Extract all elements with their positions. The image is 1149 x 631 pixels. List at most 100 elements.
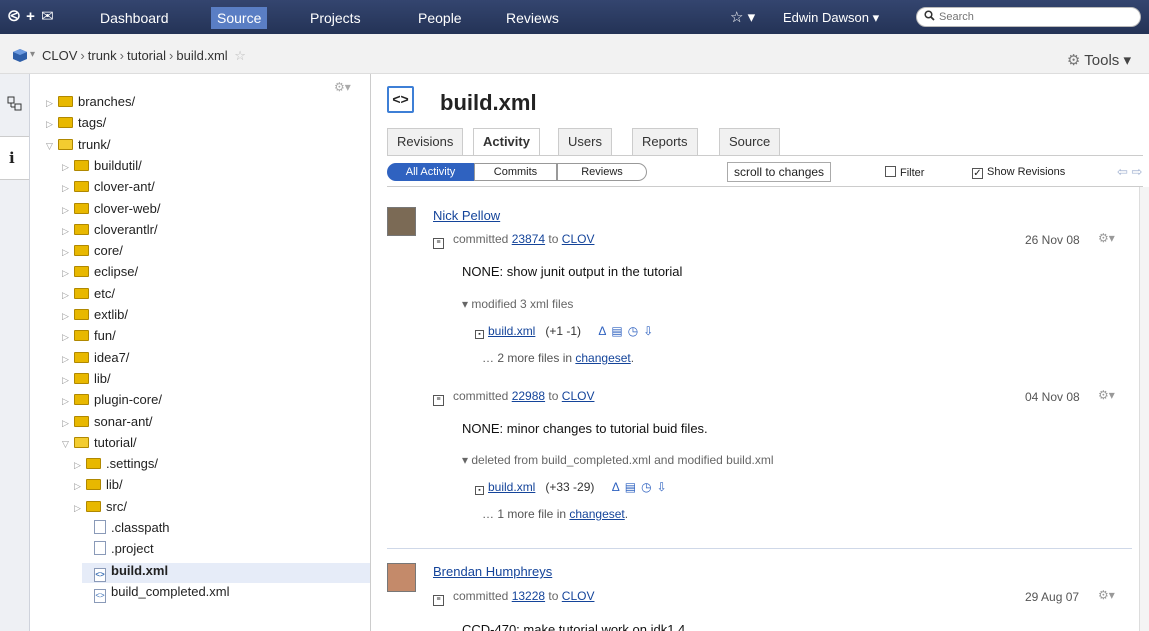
file-link[interactable]: build.xml [488,480,535,494]
tree-item[interactable]: ▷ eclipse/ [62,264,138,284]
tree-item[interactable]: .classpath [82,520,170,540]
expand-arrow-icon[interactable]: ▷ [62,418,72,429]
author-link[interactable]: Nick Pellow [433,208,500,223]
search-input[interactable] [916,7,1141,27]
changeset-link[interactable]: changeset [569,507,624,521]
app-logo-icon[interactable]: ⧀ + ✉ [8,7,55,25]
file-tools-icons[interactable]: Δ▤◷⇩ [598,480,672,494]
expand-arrow-icon[interactable]: ▷ [62,375,72,386]
expand-arrow-icon[interactable]: ▷ [62,311,72,322]
nav-people[interactable]: People [418,10,462,26]
tree-item[interactable]: ▽ tutorial/ [62,435,137,455]
expand-arrow-icon[interactable]: ▷ [62,226,72,237]
favorite-star-icon[interactable]: ☆ [231,48,246,63]
next-arrow-icon[interactable]: ⇨ [1132,164,1143,179]
scroll-to-changes-button[interactable]: scroll to changes [727,162,832,182]
commit-gear-icon[interactable]: ⚙▾ [1098,588,1115,602]
nav-source[interactable]: Source [211,7,268,29]
tab-revisions[interactable]: Revisions [387,128,464,155]
revision-link[interactable]: 23874 [512,232,545,246]
files-toggle[interactable]: ▾ deleted from build_completed.xml and m… [462,453,774,467]
favorites-star-icon[interactable]: ☆ ▾ [730,8,755,26]
tree-item[interactable]: ▷ .settings/ [74,456,158,476]
nav-reviews[interactable]: Reviews [506,10,559,26]
tree-item[interactable]: ▷ clover-ant/ [62,179,155,199]
expand-arrow-icon[interactable]: ▷ [74,460,84,471]
tree-item[interactable]: ▷ cloverantlr/ [62,222,158,242]
file-link[interactable]: build.xml [488,324,535,338]
filter-all-activity[interactable]: All Activity [387,163,474,181]
scrollbar[interactable] [1139,187,1149,631]
revision-link[interactable]: 22988 [512,389,545,403]
tab-reports[interactable]: Reports [632,128,698,155]
tree-item[interactable]: ▷ tags/ [46,115,106,135]
project-link[interactable]: CLOV [562,389,595,403]
tree-item[interactable]: ▽ trunk/ [46,137,111,157]
collapse-arrow-icon[interactable]: ▽ [62,439,72,450]
breadcrumb-item-trunk[interactable]: trunk [88,48,117,63]
filter-commits[interactable]: Commits [474,163,557,181]
tree-item[interactable]: ▷ idea7/ [62,350,129,370]
show-revisions-toggle[interactable]: ✓ Show Revisions [972,166,1065,179]
tab-source[interactable]: Source [719,128,781,155]
files-toggle[interactable]: ▾ modified 3 xml files [462,297,573,311]
expand-arrow-icon[interactable]: ▷ [62,183,72,194]
tools-menu[interactable]: ⚙ Tools ▾ [1067,51,1131,69]
nav-dashboard[interactable]: Dashboard [100,10,169,26]
expand-arrow-icon[interactable]: ▷ [62,396,72,407]
tree-item[interactable]: ▷ buildutil/ [62,158,142,178]
file-expand-icon[interactable]: ▪ [475,486,484,495]
collapse-arrow-icon[interactable]: ▽ [46,141,56,152]
expand-arrow-icon[interactable]: ▷ [62,290,72,301]
commit-gear-icon[interactable]: ⚙▾ [1098,231,1115,245]
project-link[interactable]: CLOV [562,232,595,246]
tree-item[interactable]: ▷ plugin-core/ [62,392,162,412]
breadcrumb-item-tutorial[interactable]: tutorial [127,48,166,63]
tab-activity[interactable]: Activity [473,128,540,156]
expand-arrow-icon[interactable]: ▷ [62,162,72,173]
tree-options-gear-icon[interactable]: ⚙▾ [334,80,351,94]
tree-item[interactable]: ▷ core/ [62,243,123,263]
revision-link[interactable]: 13228 [512,589,545,603]
file-expand-icon[interactable]: ▪ [475,330,484,339]
nav-projects[interactable]: Projects [310,10,361,26]
tree-item[interactable]: ▷ fun/ [62,328,116,348]
tree-item[interactable]: ▷ lib/ [62,371,111,391]
previous-arrow-icon[interactable]: ⇦ [1117,164,1128,179]
tree-toggle-icon[interactable] [7,96,23,112]
user-menu[interactable]: Edwin Dawson ▾ [783,10,879,26]
tree-item[interactable]: ▷ extlib/ [62,307,128,327]
tree-item[interactable]: <> build_completed.xml [82,584,230,604]
breadcrumb-separator: › [119,48,124,63]
expand-arrow-icon[interactable]: ▷ [46,119,56,130]
tree-item[interactable]: ▷ sonar-ant/ [62,414,153,434]
expand-arrow-icon[interactable]: ▷ [46,98,56,109]
tree-item[interactable]: ▷ lib/ [74,477,123,497]
expand-arrow-icon[interactable]: ▷ [62,354,72,365]
changeset-link[interactable]: changeset [575,351,630,365]
tree-item[interactable]: ▷ src/ [74,499,127,519]
tree-item[interactable]: ▷ etc/ [62,286,115,306]
expand-arrow-icon[interactable]: ▷ [62,247,72,258]
expand-arrow-icon[interactable]: ▷ [74,481,84,492]
tree-item[interactable]: ▷ branches/ [46,94,135,114]
expand-arrow-icon[interactable]: ▷ [62,205,72,216]
author-link[interactable]: Brendan Humphreys [433,564,552,579]
tree-item[interactable]: <> build.xml [82,562,370,583]
tree-item[interactable]: ▷ clover-web/ [62,201,160,221]
file-tools-icons[interactable]: Δ▤◷⇩ [584,324,658,338]
project-link[interactable]: CLOV [562,589,595,603]
expand-arrow-icon[interactable]: ▷ [62,268,72,279]
commit-gear-icon[interactable]: ⚙▾ [1098,388,1115,402]
filter-checkbox[interactable] [885,166,896,177]
expand-arrow-icon[interactable]: ▷ [62,332,72,343]
info-tab[interactable]: i [0,136,29,180]
tab-users[interactable]: Users [558,128,612,155]
show-revisions-checkbox[interactable]: ✓ [972,168,983,179]
expand-arrow-icon[interactable]: ▷ [74,503,84,514]
filter-toggle[interactable]: Filter [885,166,924,179]
repo-dropdown-icon[interactable]: ▾ [30,49,35,60]
filter-reviews[interactable]: Reviews [557,163,647,181]
tree-item[interactable]: .project [82,541,154,561]
breadcrumb-item-clov[interactable]: CLOV [42,48,77,63]
